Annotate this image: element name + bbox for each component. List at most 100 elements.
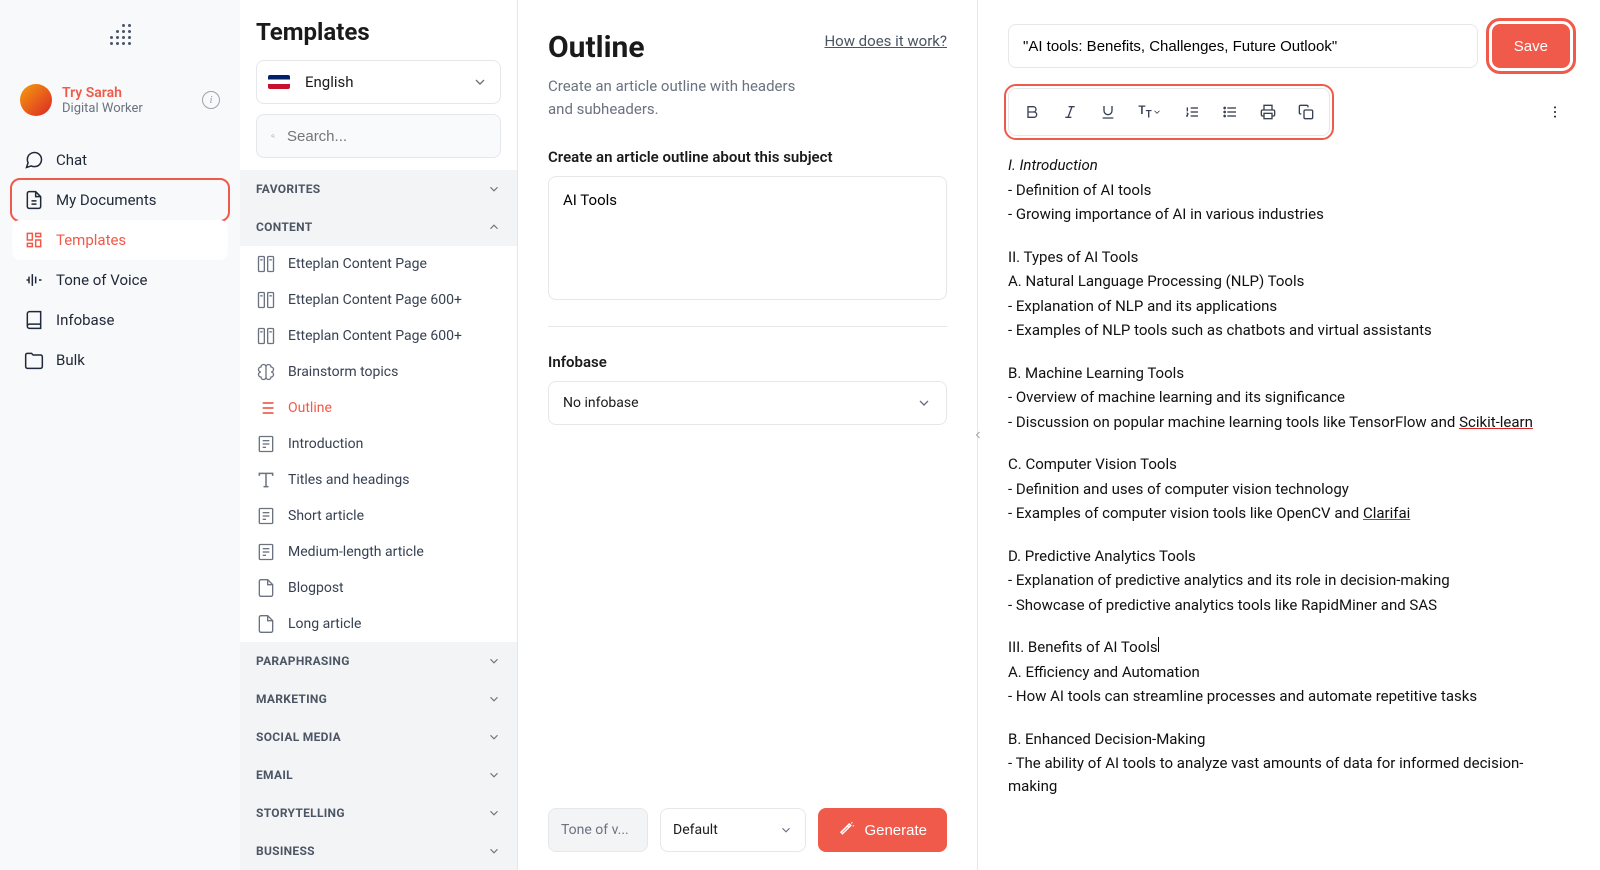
template-item[interactable]: Brainstorm topics	[240, 354, 517, 390]
infobase-select[interactable]: No infobase	[548, 381, 947, 425]
infobase-label: Infobase	[548, 353, 947, 371]
template-item[interactable]: Etteplan Content Page 600+	[240, 282, 517, 318]
template-icon	[256, 254, 276, 274]
chevron-down-icon	[460, 74, 500, 90]
template-item[interactable]: Medium-length article	[240, 534, 517, 570]
template-item[interactable]: Outline	[240, 390, 517, 426]
template-icon	[256, 290, 276, 310]
nav-label: Templates	[56, 231, 126, 249]
nav-infobase[interactable]: Infobase	[12, 300, 228, 340]
nav-label: Chat	[56, 151, 87, 169]
search-input-wrapper[interactable]	[256, 114, 501, 158]
template-label: Short article	[288, 508, 364, 524]
template-icon	[256, 470, 276, 490]
infobase-icon	[24, 310, 44, 330]
nav-label: Infobase	[56, 311, 114, 329]
app-logo	[12, 16, 228, 56]
collapse-handle[interactable]	[968, 415, 988, 455]
more-button[interactable]	[1540, 97, 1570, 127]
underline-button[interactable]	[1091, 95, 1125, 129]
avatar	[20, 84, 52, 116]
language-select[interactable]: English	[256, 60, 501, 104]
template-item[interactable]: Etteplan Content Page 600+	[240, 318, 517, 354]
default-select[interactable]: Default	[660, 808, 806, 852]
nav-tone[interactable]: Tone of Voice	[12, 260, 228, 300]
bold-button[interactable]	[1015, 95, 1049, 129]
page-title: Outline	[548, 30, 808, 65]
template-item[interactable]: Etteplan Content Page	[240, 246, 517, 282]
template-label: Medium-length article	[288, 544, 424, 560]
editor-content[interactable]: I. Introduction- Definition of AI tools-…	[1008, 154, 1570, 870]
document-title-input[interactable]	[1008, 24, 1478, 68]
user-role: Digital Worker	[62, 101, 192, 116]
nav-label: Tone of Voice	[56, 271, 147, 289]
template-icon	[256, 326, 276, 346]
group-content[interactable]: CONTENT	[240, 208, 517, 246]
chevron-down-icon	[487, 182, 501, 196]
tone-icon	[24, 270, 44, 290]
chevron-down-icon	[487, 692, 501, 706]
italic-button[interactable]	[1053, 95, 1087, 129]
ordered-list-button[interactable]	[1175, 95, 1209, 129]
template-icon	[256, 506, 276, 526]
save-button[interactable]: Save	[1492, 24, 1570, 68]
template-item[interactable]: Introduction	[240, 426, 517, 462]
uk-flag-icon	[268, 75, 290, 89]
magic-wand-icon	[838, 821, 856, 839]
group-favorites[interactable]: FAVORITES	[240, 170, 517, 208]
group-storytelling[interactable]: STORYTELLING	[240, 794, 517, 832]
chevron-down-icon	[487, 768, 501, 782]
user-profile[interactable]: Try Sarah Digital Worker i	[12, 76, 228, 124]
template-label: Etteplan Content Page 600+	[288, 292, 462, 308]
search-icon	[271, 127, 275, 145]
template-item[interactable]: Blogpost	[240, 570, 517, 606]
bullet-list-button[interactable]	[1213, 95, 1247, 129]
divider	[548, 326, 947, 327]
text-format-button[interactable]: TT	[1129, 95, 1171, 129]
template-label: Introduction	[288, 436, 363, 452]
template-item[interactable]: Titles and headings	[240, 462, 517, 498]
nav-label: Bulk	[56, 351, 85, 369]
chevron-down-icon	[487, 654, 501, 668]
editor-toolbar: TT	[1008, 88, 1330, 136]
search-input[interactable]	[287, 128, 486, 145]
template-label: Titles and headings	[288, 472, 409, 488]
templates-icon	[24, 230, 44, 250]
chevron-down-icon	[487, 730, 501, 744]
template-item[interactable]: Long article	[240, 606, 517, 642]
group-paraphrasing[interactable]: PARAPHRASING	[240, 642, 517, 680]
left-sidebar: Try Sarah Digital Worker i Chat My Docum…	[0, 0, 240, 870]
how-does-it-work-link[interactable]: How does it work?	[824, 30, 947, 53]
nav-label: My Documents	[56, 191, 156, 209]
copy-button[interactable]	[1289, 95, 1323, 129]
group-business[interactable]: BUSINESS	[240, 832, 517, 870]
center-panel: Outline Create an article outline with h…	[518, 0, 978, 870]
generate-button[interactable]: Generate	[818, 808, 947, 852]
nav-templates[interactable]: Templates	[12, 220, 228, 260]
template-label: Blogpost	[288, 580, 344, 596]
template-icon	[256, 398, 276, 418]
subject-input[interactable]	[548, 176, 947, 300]
bottom-bar: Tone of v... Default Generate	[548, 790, 947, 870]
tone-select[interactable]: Tone of v...	[548, 808, 648, 852]
template-label: Brainstorm topics	[288, 364, 398, 380]
templates-panel: Templates English FAVORITES CONTENT Ette…	[240, 0, 518, 870]
nav-my-documents[interactable]: My Documents	[12, 180, 228, 220]
nav-bulk[interactable]: Bulk	[12, 340, 228, 380]
template-icon	[256, 434, 276, 454]
user-name: Try Sarah	[62, 85, 192, 101]
template-item[interactable]: Short article	[240, 498, 517, 534]
nav-chat[interactable]: Chat	[12, 140, 228, 180]
group-email[interactable]: EMAIL	[240, 756, 517, 794]
template-label: Long article	[288, 616, 361, 632]
folder-icon	[24, 350, 44, 370]
print-button[interactable]	[1251, 95, 1285, 129]
page-description: Create an article outline with headers a…	[548, 75, 808, 120]
subject-label: Create an article outline about this sub…	[548, 148, 947, 166]
chevron-down-icon	[487, 806, 501, 820]
template-icon	[256, 542, 276, 562]
chevron-up-icon	[487, 220, 501, 234]
group-social-media[interactable]: SOCIAL MEDIA	[240, 718, 517, 756]
info-icon[interactable]: i	[202, 91, 220, 109]
group-marketing[interactable]: MARKETING	[240, 680, 517, 718]
